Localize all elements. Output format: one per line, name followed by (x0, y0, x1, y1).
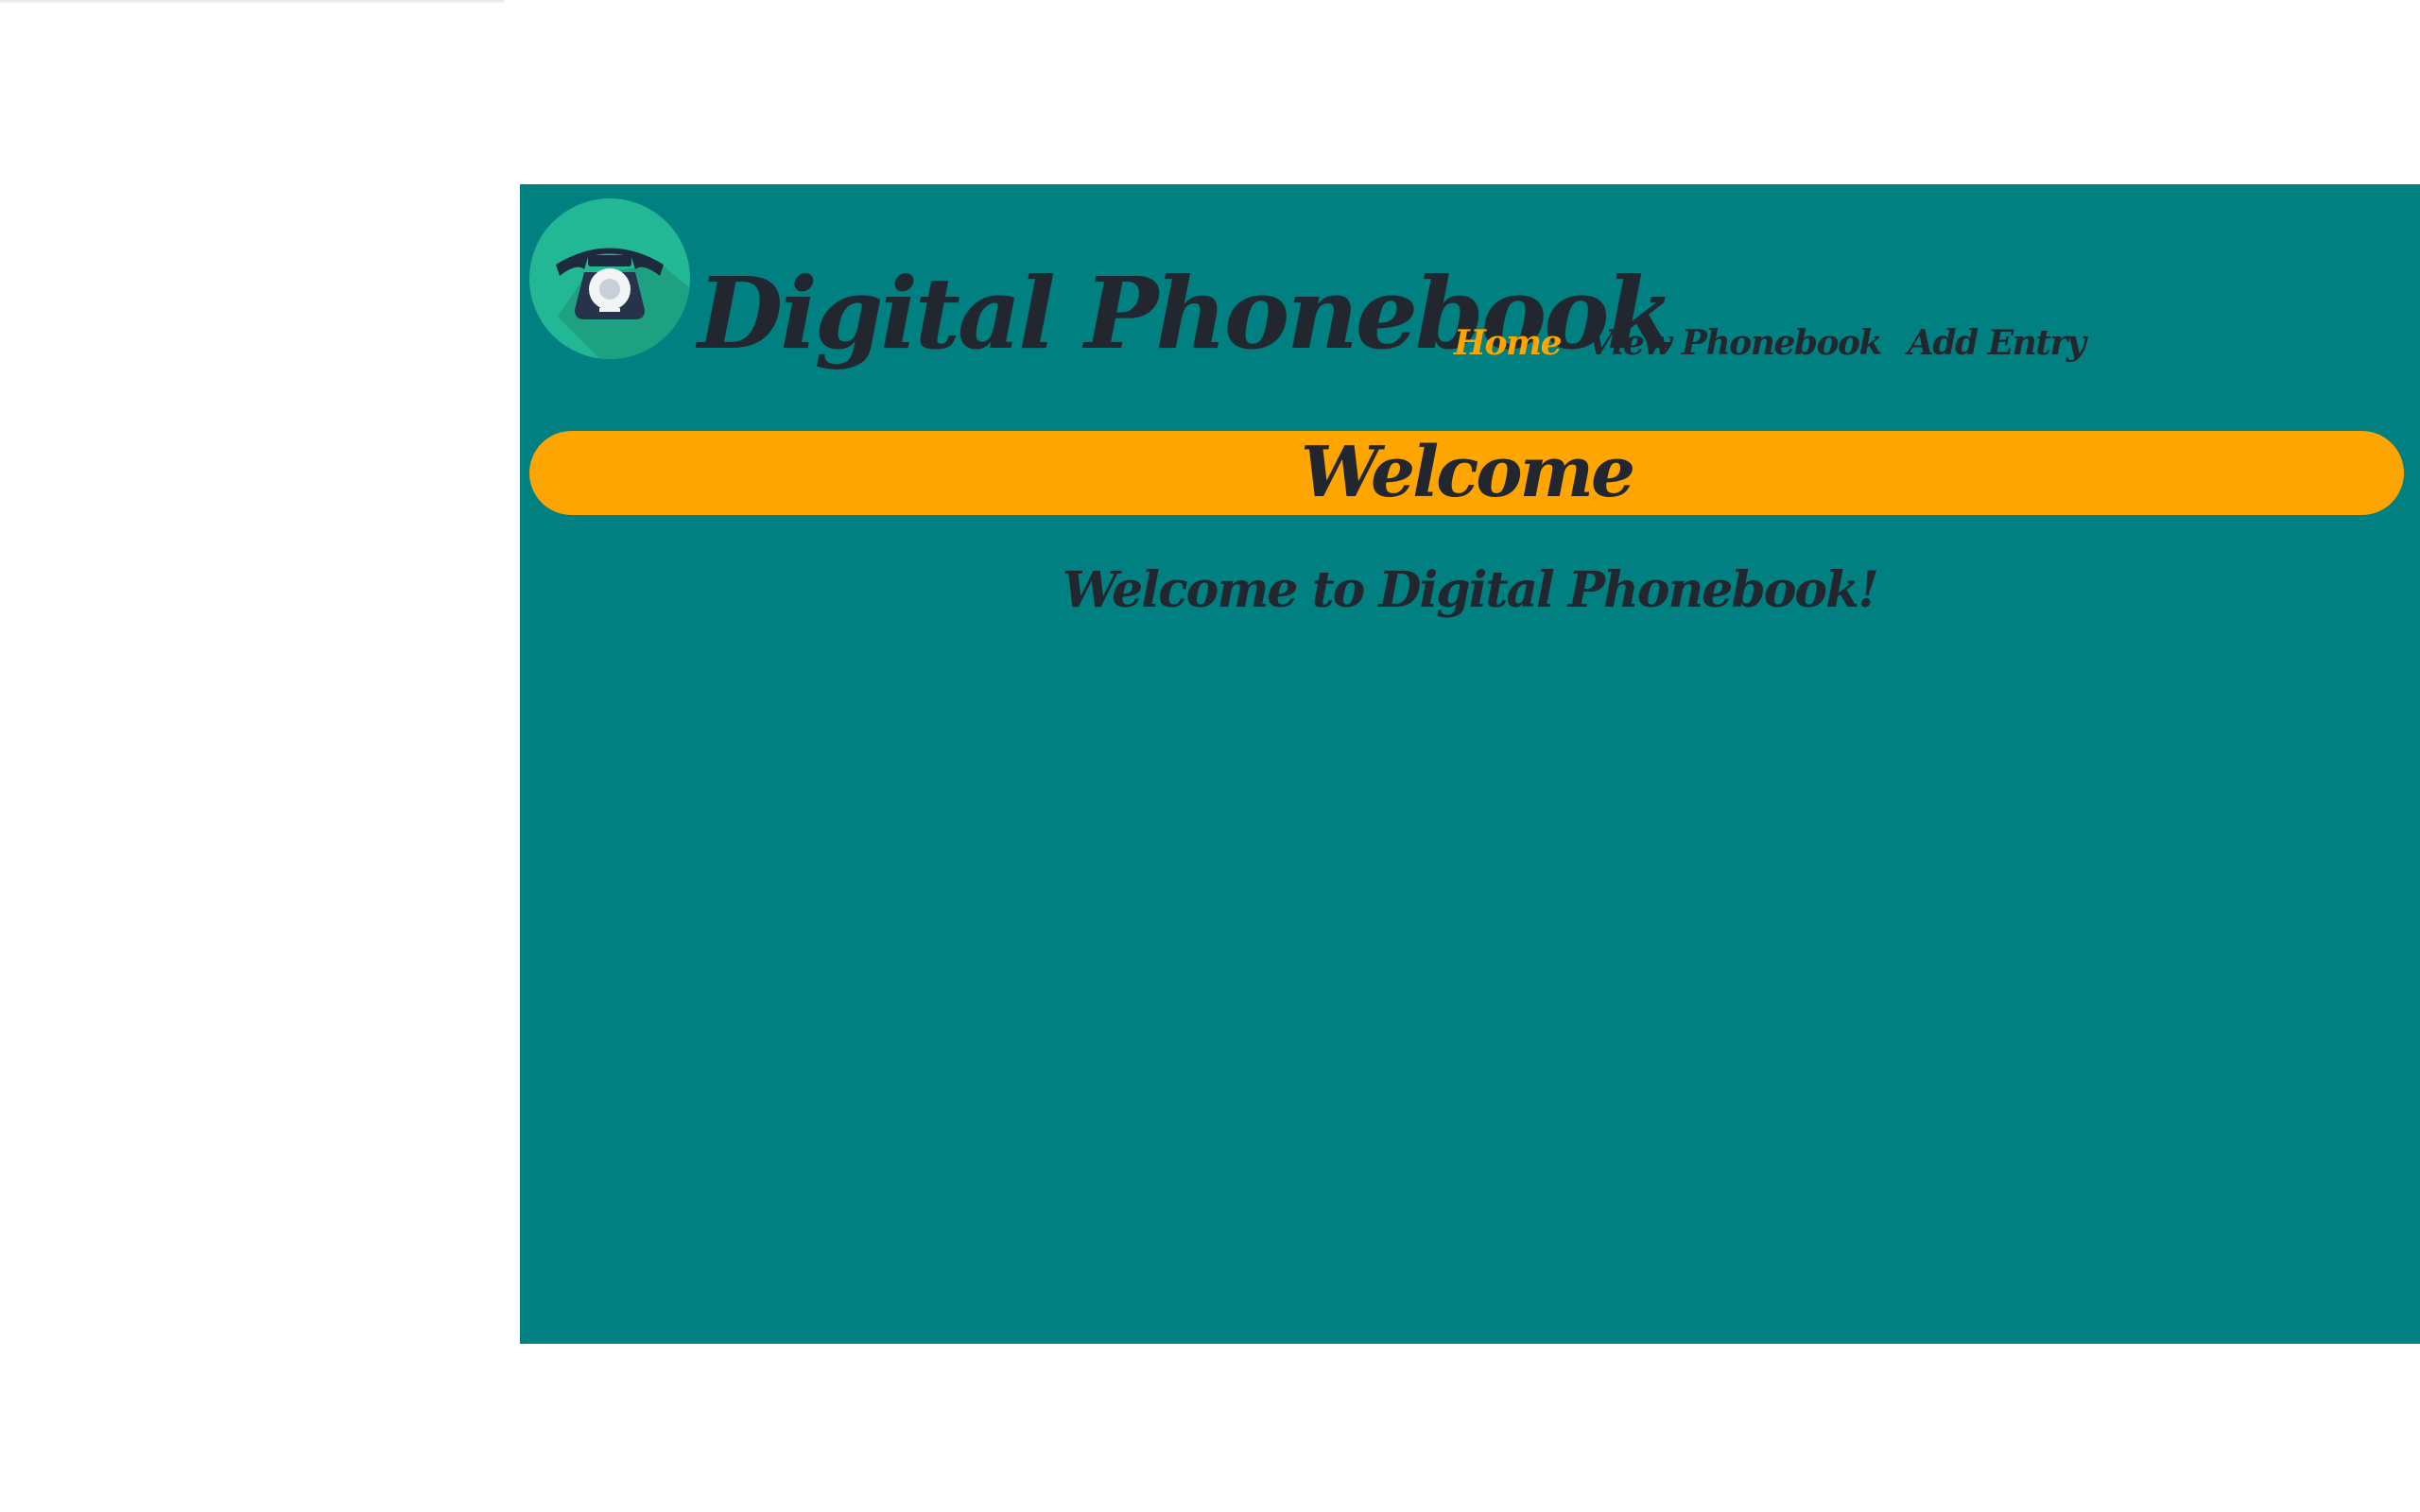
welcome-banner: Welcome (529, 431, 2404, 515)
banner-title: Welcome (1300, 432, 1635, 513)
welcome-message: Welcome to Digital Phonebook! (1063, 561, 1879, 619)
site-header: Digital Phonebook Home View Phonebook Ad… (520, 184, 2420, 421)
app-container: Digital Phonebook Home View Phonebook Ad… (520, 184, 2420, 1344)
main-nav: Home View Phonebook Add Entry (1454, 324, 2086, 362)
browser-shadow (0, 0, 504, 4)
nav-home-link[interactable]: Home (1454, 324, 1563, 362)
telephone-icon (529, 198, 690, 359)
nav-view-phonebook-link[interactable]: View Phonebook (1587, 324, 1882, 362)
nav-add-entry-link[interactable]: Add Entry (1908, 324, 2086, 362)
